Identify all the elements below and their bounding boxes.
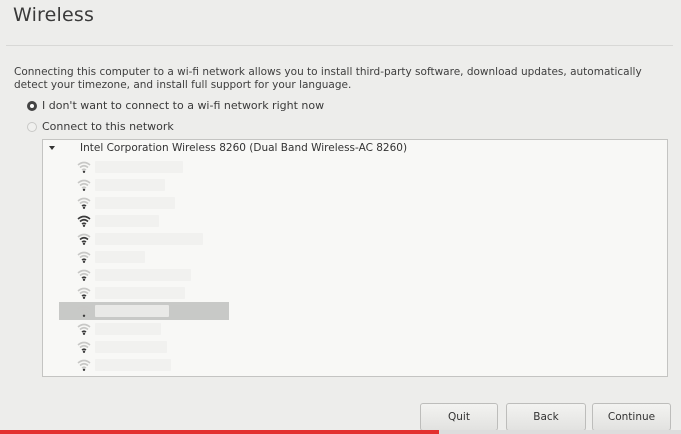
wifi-signal-icon: [77, 341, 91, 353]
network-name: [95, 305, 169, 317]
back-button[interactable]: Back: [506, 403, 586, 431]
network-row[interactable]: [59, 212, 229, 230]
network-row[interactable]: [59, 302, 229, 320]
network-row[interactable]: [59, 266, 229, 284]
network-row[interactable]: [59, 320, 229, 338]
network-name: [95, 179, 165, 191]
network-row[interactable]: [59, 230, 229, 248]
adapter-row[interactable]: Intel Corporation Wireless 8260 (Dual Ba…: [43, 140, 667, 156]
wifi-signal-icon: [77, 359, 91, 371]
network-row[interactable]: [59, 158, 229, 176]
network-name: [95, 341, 167, 353]
network-name: [95, 251, 145, 263]
network-row[interactable]: [59, 248, 229, 266]
network-row[interactable]: [59, 176, 229, 194]
page-description: Connecting this computer to a wi-fi netw…: [14, 66, 642, 91]
video-progress-fill: [0, 430, 440, 434]
wifi-signal-icon: [77, 197, 91, 209]
wifi-signal-icon: [77, 251, 91, 263]
continue-button[interactable]: Continue: [592, 403, 671, 431]
network-name: [95, 233, 203, 245]
wifi-signal-icon: [77, 179, 91, 191]
video-progress-bar[interactable]: [0, 430, 681, 434]
quit-button[interactable]: Quit: [420, 403, 498, 431]
wifi-signal-icon: [77, 287, 91, 299]
wifi-signal-icon: [77, 323, 91, 335]
network-row[interactable]: [59, 338, 229, 356]
network-name: [95, 215, 159, 227]
network-name: [95, 197, 175, 209]
network-row[interactable]: [59, 284, 229, 302]
network-name: [95, 359, 171, 371]
radio-button-unselected[interactable]: [27, 121, 37, 132]
radio-button-selected[interactable]: [27, 100, 37, 111]
title-divider: [6, 45, 673, 46]
wifi-signal-icon: [77, 161, 91, 173]
network-name: [95, 269, 191, 281]
wifi-signal-icon: [77, 233, 91, 245]
radio-label-connect: Connect to this network: [42, 120, 174, 133]
wifi-signal-icon: [77, 269, 91, 281]
radio-no-connect[interactable]: I don't want to connect to a wi-fi netwo…: [27, 99, 324, 112]
wifi-signal-icon: [77, 215, 91, 227]
network-items: [59, 158, 229, 374]
wifi-signal-icon: [77, 305, 91, 317]
triangle-down-icon[interactable]: [49, 146, 55, 150]
network-name: [95, 161, 183, 173]
network-row[interactable]: [59, 194, 229, 212]
network-list[interactable]: Intel Corporation Wireless 8260 (Dual Ba…: [42, 139, 668, 377]
network-row[interactable]: [59, 356, 229, 374]
adapter-name: Intel Corporation Wireless 8260 (Dual Ba…: [80, 142, 408, 154]
radio-label-no-connect: I don't want to connect to a wi-fi netwo…: [42, 99, 325, 112]
network-name: [95, 323, 161, 335]
network-name: [95, 287, 185, 299]
page-title: Wireless: [13, 4, 95, 26]
radio-connect[interactable]: Connect to this network: [27, 120, 174, 133]
